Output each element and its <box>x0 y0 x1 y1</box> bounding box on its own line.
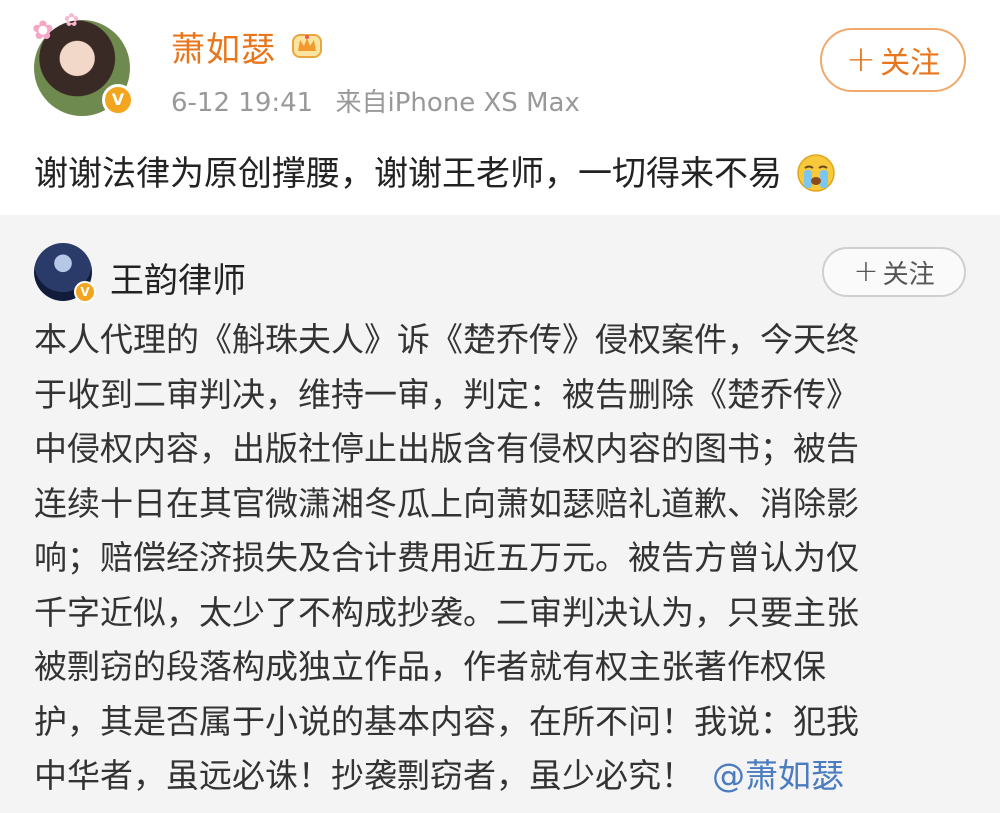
flower-decoration-icon: ✿ <box>32 16 54 46</box>
mention-link[interactable]: @萧如瑟 <box>712 756 844 795</box>
reposted-content[interactable]: V 王韵律师 + 关注 本人代理的《斛珠夫人》诉《楚乔传》侵权案件，今天终 于收… <box>0 215 1000 813</box>
crown-icon <box>292 34 322 58</box>
repost-username[interactable]: 王韵律师 <box>110 253 246 302</box>
repost-text-line: 本人代理的《斛珠夫人》诉《楚乔传》侵权案件，今天终 <box>34 320 859 359</box>
repost-user-avatar[interactable]: V <box>34 243 96 303</box>
repost-follow-button[interactable]: + 关注 <box>822 247 966 297</box>
repost-text-line: 护，其是否属于小说的基本内容，在所不问！我说：犯我 <box>34 701 859 741</box>
repost-text-line: 连续十日在其官微潇湘冬瓜上向萧如瑟赔礼道歉、消除影 <box>34 483 859 523</box>
post-source: 来自iPhone XS Max <box>335 88 580 118</box>
timestamp: 6-12 19:41 <box>171 88 314 118</box>
repost-text-line: 被剽窃的段落构成独立作品，作者就有权主张著作权保 <box>34 647 826 686</box>
repost-text-line: 中华者，虽远必诛！抄袭剽窃者，虽少必究！ @萧如瑟 <box>34 749 966 804</box>
user-avatar[interactable]: ✿ ✿ V <box>32 10 134 116</box>
repost-text-line: 于收到二审判决，维持一审，判定：被告删除《楚乔传》 <box>34 374 859 414</box>
repost-text-line: 千字近似，太少了不构成抄袭。二审判决认为，只要主张 <box>34 592 859 632</box>
post-meta: 6-12 19:41 来自iPhone XS Max <box>171 82 580 119</box>
repost-text-line: 响；赔偿经济损失及合计费用近五万元。被告方曾认为仅 <box>34 538 859 577</box>
plus-icon: + <box>853 254 879 289</box>
plus-icon: + <box>845 39 877 80</box>
repost-body: 本人代理的《斛珠夫人》诉《楚乔传》侵权案件，今天终 于收到二审判决，维持一审，判… <box>34 313 966 804</box>
verified-badge-icon: V <box>74 281 96 303</box>
repost-text-line: 中侵权内容，出版社停止出版含有侵权内容的图书；被告 <box>34 429 859 468</box>
post-body: 谢谢法律为原创撑腰，谢谢王老师，一切得来不易 <box>34 154 782 194</box>
username[interactable]: 萧如瑟 <box>171 22 276 71</box>
post-text: 谢谢法律为原创撑腰，谢谢王老师，一切得来不易 <box>34 146 836 195</box>
verified-badge-icon: V <box>102 84 134 116</box>
repost-text-segment: 中华者，虽远必诛！抄袭剽窃者，虽少必究！ <box>34 756 694 795</box>
original-post: ✿ ✿ V 萧如瑟 6-12 19:41 来自iPhone XS Max + 关… <box>0 0 1000 215</box>
follow-button[interactable]: + 关注 <box>820 28 966 92</box>
follow-label: 关注 <box>882 259 935 290</box>
follow-label: 关注 <box>880 46 941 81</box>
flower-decoration-icon: ✿ <box>64 10 80 31</box>
crying-face-icon <box>797 154 835 192</box>
